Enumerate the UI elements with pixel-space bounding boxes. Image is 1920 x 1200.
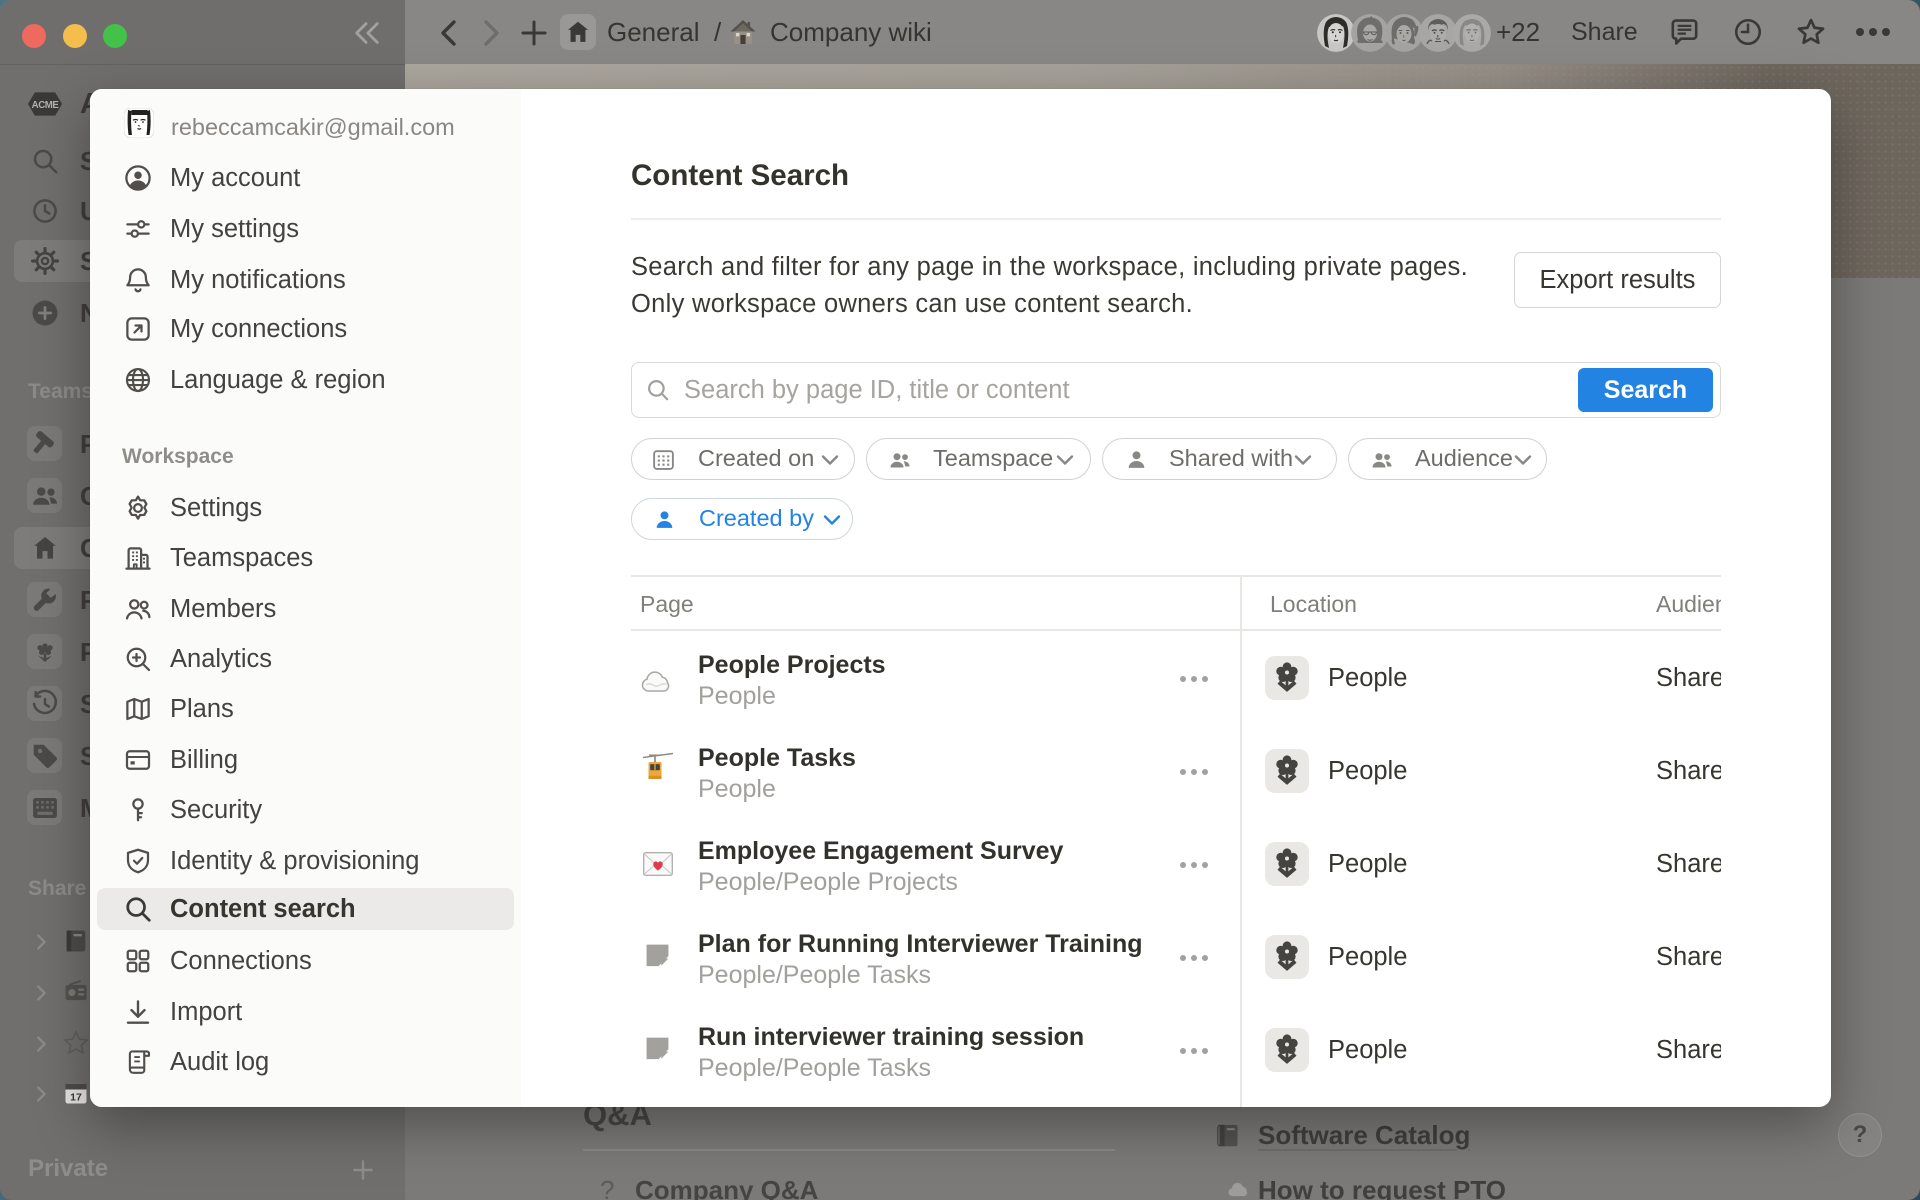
svg-text:17: 17 (70, 1092, 82, 1104)
svg-text:ACME: ACME (32, 100, 60, 111)
